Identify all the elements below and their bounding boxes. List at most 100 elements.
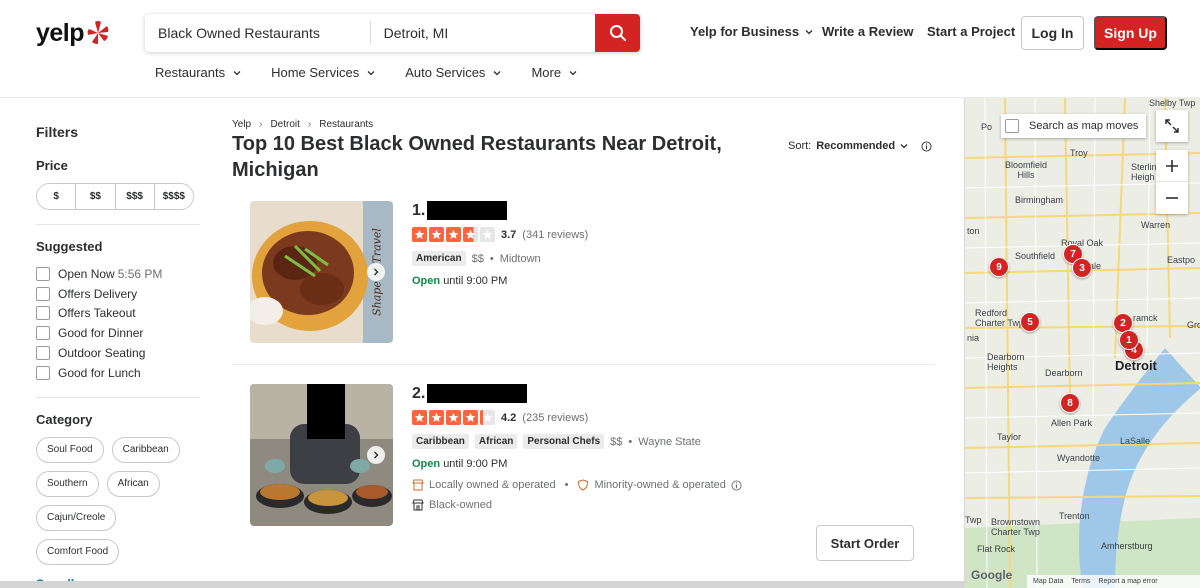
next-photo-button[interactable] — [367, 446, 385, 464]
next-photo-button[interactable] — [367, 263, 385, 281]
info-icon[interactable] — [731, 479, 742, 491]
info-icon[interactable] — [921, 140, 932, 152]
locally-owned-label: Locally owned & operated — [429, 479, 556, 491]
result-photo[interactable] — [250, 384, 393, 526]
category-pill-cajun-creole[interactable]: Cajun/Creole — [36, 504, 117, 531]
offers-takeout-label: Offers Takeout — [58, 306, 136, 321]
signup-button[interactable]: Sign Up — [1094, 16, 1167, 50]
price-filter-group: $ $$ $$$ $$$$ — [36, 183, 194, 210]
login-button[interactable]: Log In — [1021, 16, 1084, 50]
filter-outdoor-seating[interactable]: Outdoor Seating — [36, 343, 200, 363]
map-pin-8[interactable]: 8 — [1060, 393, 1080, 413]
star-rating — [412, 410, 495, 425]
map-label-brownstown: Brownstown Charter Twp — [991, 517, 1041, 537]
star-icon — [412, 227, 427, 242]
filter-divider — [36, 224, 200, 225]
category-tag[interactable]: American — [412, 251, 466, 266]
review-count[interactable]: (341 reviews) — [522, 229, 588, 241]
map-label-detroit: Detroit — [1115, 358, 1157, 373]
category-tag[interactable]: Caribbean — [412, 434, 469, 449]
category-tag[interactable]: African — [474, 434, 518, 449]
offers-delivery-label: Offers Delivery — [58, 286, 138, 301]
map-label-edge: Twp — [965, 515, 982, 525]
map-data-link[interactable]: Map Data — [1033, 578, 1063, 585]
suggested-title: Suggested — [36, 239, 103, 254]
neighborhood: Wayne State — [638, 435, 701, 448]
write-review-link[interactable]: Write a Review — [822, 24, 914, 39]
map-label-birmingham: Birmingham — [1015, 195, 1064, 205]
outdoor-seating-checkbox[interactable] — [36, 346, 50, 361]
category-pill-caribbean[interactable]: Caribbean — [111, 436, 180, 463]
yelp-for-business-link[interactable]: Yelp for Business — [690, 24, 813, 39]
filter-offers-delivery[interactable]: Offers Delivery — [36, 284, 200, 304]
start-order-button[interactable]: Start Order — [816, 525, 914, 561]
business-name[interactable]: 2. — [412, 384, 528, 403]
map-label-warren: Warren — [1141, 220, 1171, 230]
category-pill-southern[interactable]: Southern — [36, 470, 99, 497]
tags-row: American $$ • Midtown — [412, 251, 541, 266]
nav-auto-services[interactable]: Auto Services — [405, 65, 501, 80]
zoom-in-button[interactable] — [1156, 150, 1188, 182]
rating-row: 4.2 (235 reviews) — [412, 410, 588, 425]
filter-good-for-lunch[interactable]: Good for Lunch — [36, 363, 200, 383]
price-2-button[interactable]: $$ — [76, 184, 116, 209]
result-photo[interactable]: Shape of Travel — [250, 201, 393, 343]
search-where-input[interactable] — [370, 14, 596, 52]
price-1-button[interactable]: $ — [37, 184, 77, 209]
zoom-out-button[interactable] — [1156, 182, 1188, 214]
map-label-shelby: Shelby Twp — [1149, 98, 1196, 108]
map-pin-1[interactable]: 1 — [1119, 330, 1139, 350]
open-now-checkbox[interactable] — [36, 266, 50, 281]
category-tag[interactable]: Personal Chefs — [523, 434, 605, 449]
map-label-sterling: Sterlin Heigh — [1131, 162, 1157, 182]
horizontal-scrollbar[interactable] — [0, 581, 964, 588]
map-label-edge: Po — [981, 122, 993, 132]
breadcrumb: Yelp › Detroit › Restaurants — [232, 119, 373, 130]
category-pill-soul-food[interactable]: Soul Food — [36, 436, 104, 463]
sort-dropdown[interactable]: Sort: Recommended — [788, 140, 932, 152]
search-what-input[interactable] — [145, 14, 370, 52]
results-map[interactable]: Shelby Twp Po Troy Bloomfield Hills Ster… — [964, 98, 1200, 588]
good-for-lunch-checkbox[interactable] — [36, 365, 50, 380]
map-label-bloomfield: Bloomfield Hills — [1004, 160, 1048, 180]
open-until: until 9:00 PM — [443, 458, 508, 470]
nav-restaurants[interactable]: Restaurants — [155, 65, 241, 80]
filter-open-now[interactable]: Open Now 5:56 PM — [36, 264, 200, 284]
offers-takeout-checkbox[interactable] — [36, 306, 50, 321]
price-4-button[interactable]: $$$$ — [154, 184, 193, 209]
offers-delivery-checkbox[interactable] — [36, 286, 50, 301]
result-rank: 1. — [412, 201, 426, 219]
yelp-logo[interactable]: yelp — [36, 18, 110, 48]
map-pin-5[interactable]: 5 — [1020, 312, 1040, 332]
search-as-map-moves-toggle[interactable]: Search as map moves — [1001, 114, 1146, 138]
search-bar — [145, 14, 641, 52]
breadcrumb-restaurants[interactable]: Restaurants — [319, 119, 373, 130]
nav-home-services-label: Home Services — [271, 65, 360, 80]
search-as-map-moves-checkbox[interactable] — [1005, 119, 1019, 133]
filter-offers-takeout[interactable]: Offers Takeout — [36, 304, 200, 324]
breadcrumb-yelp[interactable]: Yelp — [232, 119, 251, 130]
result-card: 2. 4.2 (235 reviews) Caribbean African P… — [250, 384, 935, 534]
nav-more[interactable]: More — [531, 65, 577, 80]
good-for-dinner-checkbox[interactable] — [36, 326, 50, 341]
map-pin-4[interactable]: 3 — [1072, 258, 1092, 278]
filter-good-for-dinner[interactable]: Good for Dinner — [36, 323, 200, 343]
star-icon — [446, 227, 461, 242]
category-pill-african[interactable]: African — [106, 470, 160, 497]
map-report-link[interactable]: Report a map error — [1098, 578, 1157, 585]
category-pill-comfort-food[interactable]: Comfort Food — [36, 538, 120, 565]
map-terms-link[interactable]: Terms — [1071, 578, 1090, 585]
breadcrumb-detroit[interactable]: Detroit — [270, 119, 299, 130]
result-rank: 2. — [412, 384, 426, 402]
review-count[interactable]: (235 reviews) — [522, 412, 588, 424]
map-expand-button[interactable] — [1156, 110, 1188, 142]
price-3-button[interactable]: $$$ — [115, 184, 155, 209]
minority-owned-label: Minority-owned & operated — [594, 479, 726, 491]
business-name[interactable]: 1. — [412, 201, 508, 220]
nav-home-services[interactable]: Home Services — [271, 65, 375, 80]
map-label-edge: nia — [967, 333, 980, 343]
map-pin-9[interactable]: 9 — [989, 257, 1009, 277]
start-project-link[interactable]: Start a Project — [927, 24, 1015, 39]
search-button[interactable] — [595, 14, 641, 52]
search-as-map-moves-label: Search as map moves — [1029, 120, 1139, 132]
